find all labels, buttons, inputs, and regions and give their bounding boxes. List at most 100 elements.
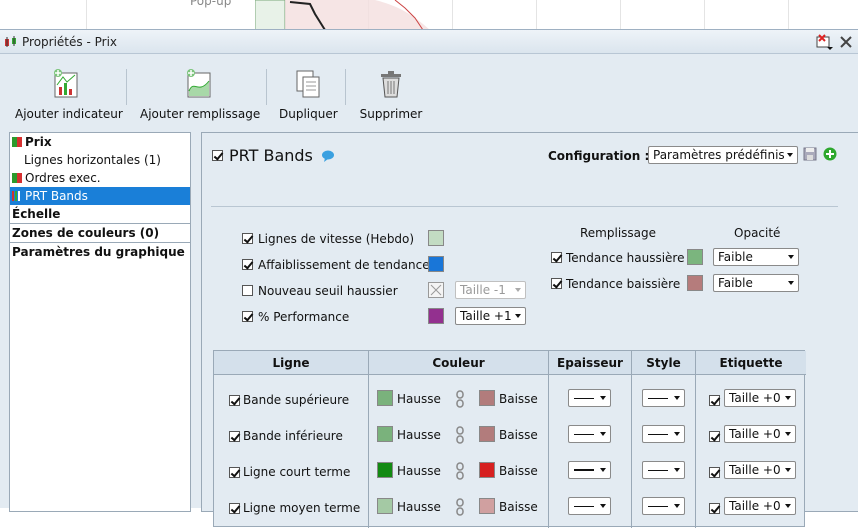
option-new-threshold-size-select[interactable]: Taille -1 — [455, 281, 526, 299]
configuration-select[interactable]: Paramètres prédéfinis — [648, 146, 798, 164]
rise-color-swatch[interactable] — [377, 498, 393, 514]
add-fill-button[interactable]: Ajouter remplissage — [140, 69, 261, 125]
properties-tree: Prix Lignes horizontales (1) Ordres exec… — [9, 132, 191, 512]
fill-uptrend-color[interactable] — [687, 249, 703, 265]
fill-downtrend-opacity-select[interactable]: Faible — [713, 274, 799, 292]
add-indicator-label: Ajouter indicateur — [15, 107, 123, 121]
header-color: Couleur — [369, 351, 549, 375]
option-performance-size-select[interactable]: Taille +1 — [455, 307, 526, 325]
link-colors-icon[interactable] — [456, 498, 464, 516]
delete-label: Supprimer — [359, 107, 423, 121]
indicator-name: PRT Bands — [229, 146, 313, 165]
orders-indicator-icon — [12, 173, 22, 183]
fall-label: Baisse — [499, 428, 538, 442]
rise-color-swatch[interactable] — [377, 426, 393, 442]
fall-color-swatch[interactable] — [479, 390, 495, 406]
label-checkbox[interactable] — [709, 431, 720, 442]
label-size-select[interactable]: Taille +0 — [724, 497, 796, 515]
fill-uptrend-opacity-select[interactable]: Faible — [713, 248, 799, 266]
fill-header: Remplissage — [580, 226, 657, 240]
style-select[interactable] — [642, 497, 685, 515]
row-enabled-checkbox[interactable] — [229, 395, 240, 406]
add-configuration-icon[interactable] — [823, 147, 837, 161]
rise-label: Hausse — [397, 500, 441, 514]
fill-downtrend-color[interactable] — [687, 275, 703, 291]
background-chart-strip: Pop-up — [0, 0, 858, 30]
close-icon[interactable] — [839, 35, 853, 49]
row-line-name: Bande supérieure — [243, 393, 350, 407]
option-trend-weakening-color[interactable] — [428, 256, 444, 272]
fall-color-swatch[interactable] — [479, 426, 495, 442]
detach-window-icon[interactable] — [815, 33, 833, 51]
label-checkbox[interactable] — [709, 467, 720, 478]
tree-item-price[interactable]: Prix — [10, 133, 190, 151]
option-performance-checkbox[interactable] — [242, 311, 253, 322]
thickness-select[interactable] — [568, 497, 611, 515]
rise-label: Hausse — [397, 428, 441, 442]
rise-color-swatch[interactable] — [377, 390, 393, 406]
fall-label: Baisse — [499, 392, 538, 406]
option-trend-weakening-label: Affaiblissement de tendance — [258, 258, 430, 272]
label-size-select[interactable]: Taille +0 — [724, 389, 796, 407]
fill-uptrend-label: Tendance haussière — [566, 251, 685, 265]
tree-item-prt-bands[interactable]: PRT Bands — [10, 187, 190, 205]
row-enabled-checkbox[interactable] — [229, 467, 240, 478]
thickness-select[interactable] — [568, 461, 611, 479]
window-titlebar: Propriétés - Prix — [0, 30, 858, 54]
fill-uptrend-checkbox[interactable] — [551, 252, 562, 263]
bands-indicator-icon — [12, 191, 20, 201]
label-checkbox[interactable] — [709, 503, 720, 514]
rise-color-swatch[interactable] — [377, 462, 393, 478]
tree-item-chart-settings[interactable]: Paramètres du graphique — [10, 243, 190, 262]
fall-color-swatch[interactable] — [479, 498, 495, 514]
link-colors-icon[interactable] — [456, 462, 464, 480]
no-color-icon[interactable] — [428, 282, 444, 298]
option-new-threshold-label: Nouveau seuil haussier — [258, 284, 398, 298]
option-trend-weakening-checkbox[interactable] — [242, 259, 253, 270]
link-colors-icon[interactable] — [456, 390, 464, 408]
label-size-select[interactable]: Taille +0 — [724, 461, 796, 479]
thickness-select[interactable] — [568, 425, 611, 443]
option-new-threshold-checkbox[interactable] — [242, 285, 253, 296]
option-performance-label: % Performance — [258, 310, 350, 324]
thickness-select[interactable] — [568, 389, 611, 407]
link-colors-icon[interactable] — [456, 426, 464, 444]
toolbar: Ajouter indicateur Ajouter remplissage D… — [0, 55, 858, 125]
header-divider — [211, 206, 838, 207]
duplicate-button[interactable]: Dupliquer — [279, 69, 338, 125]
indicator-enabled-checkbox[interactable] — [212, 150, 223, 161]
add-fill-label: Ajouter remplissage — [140, 107, 261, 121]
fall-label: Baisse — [499, 500, 538, 514]
window-title: Propriétés - Prix — [22, 35, 117, 49]
row-enabled-checkbox[interactable] — [229, 503, 240, 514]
price-indicator-icon — [12, 137, 22, 147]
add-indicator-icon — [54, 69, 78, 98]
properties-window: Propriétés - Prix Ajouter indicateur Ajo… — [0, 29, 858, 528]
style-select[interactable] — [642, 425, 685, 443]
row-enabled-checkbox[interactable] — [229, 431, 240, 442]
row-line-name: Ligne moyen terme — [243, 501, 361, 515]
row-line-name: Bande inférieure — [243, 429, 343, 443]
style-select[interactable] — [642, 389, 685, 407]
label-size-select[interactable]: Taille +0 — [724, 425, 796, 443]
fill-downtrend-checkbox[interactable] — [551, 278, 562, 289]
background-partial-text: Pop-up — [190, 0, 232, 8]
option-performance-color[interactable] — [428, 308, 444, 324]
tree-item-horizontal-lines[interactable]: Lignes horizontales (1) — [10, 151, 190, 169]
delete-button[interactable]: Supprimer — [359, 69, 423, 125]
lines-table: Ligne Couleur Epaisseur Style Etiquette … — [213, 350, 806, 528]
add-indicator-button[interactable]: Ajouter indicateur — [15, 69, 123, 125]
option-speed-lines-color[interactable] — [428, 230, 444, 246]
add-fill-icon — [187, 69, 211, 98]
tree-item-color-zones[interactable]: Zones de couleurs (0) — [10, 224, 190, 243]
info-bubble-icon[interactable] — [321, 150, 335, 162]
fall-color-swatch[interactable] — [479, 462, 495, 478]
save-icon[interactable] — [803, 147, 817, 161]
tree-item-executed-orders[interactable]: Ordres exec. — [10, 169, 190, 187]
style-select[interactable] — [642, 461, 685, 479]
opacity-header: Opacité — [734, 226, 781, 240]
label-checkbox[interactable] — [709, 395, 720, 406]
tree-item-scale[interactable]: Échelle — [10, 205, 190, 224]
configuration-label: Configuration : — [548, 149, 650, 163]
option-speed-lines-checkbox[interactable] — [242, 233, 253, 244]
